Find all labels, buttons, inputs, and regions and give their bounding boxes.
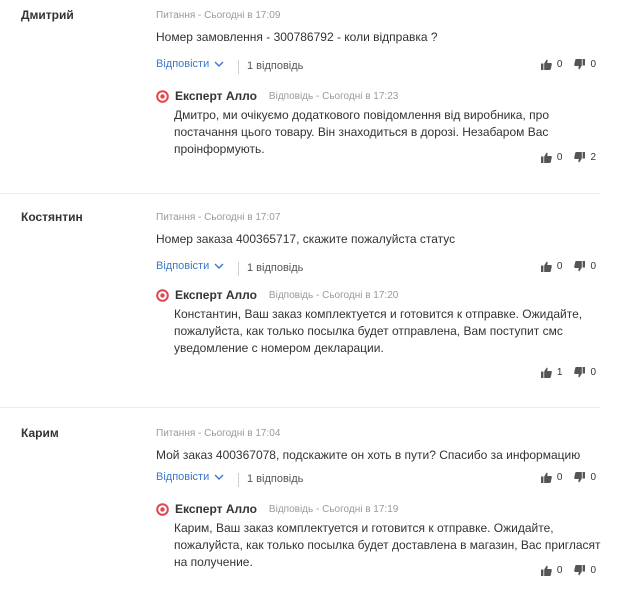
answer-text: Дмитро, ми очікуємо додаткового повідомл…	[174, 108, 549, 156]
divider	[0, 193, 600, 194]
answer-header: Експерт Алло Відповідь - Сьогодні в 17:2…	[156, 88, 398, 104]
separator	[238, 60, 239, 74]
dislike-count: 0	[590, 472, 596, 483]
answer-meta: Відповідь - Сьогодні в 17:23	[268, 90, 399, 102]
answer-text: Константин, Ваш заказ комплектуется и го…	[174, 307, 583, 355]
question-actions: Відповісти 1 відповідь 0 0	[156, 58, 596, 78]
dislike-button[interactable]: 2	[574, 152, 596, 163]
thumbs-up-icon	[540, 152, 552, 163]
like-count: 1	[556, 367, 563, 378]
replies-count: 1 відповідь	[247, 473, 304, 485]
expert-badge-icon	[156, 288, 169, 302]
like-button[interactable]: 0	[540, 261, 563, 272]
question-actions: Відповісти 1 відповідь 0 0	[156, 260, 596, 280]
thumbs-up-icon	[540, 261, 552, 272]
expert-name: Експерт Алло	[175, 89, 257, 103]
answer-meta: Відповідь - Сьогодні в 17:19	[268, 503, 399, 515]
dislike-count: 2	[590, 152, 596, 163]
answer-header: Експерт Алло Відповідь - Сьогодні в 17:2…	[156, 287, 398, 303]
dislike-button[interactable]: 0	[574, 472, 596, 483]
dislike-count: 0	[590, 565, 596, 576]
thumbs-up-icon	[540, 472, 552, 483]
thumbs-down-icon	[574, 59, 586, 70]
dislike-count: 0	[590, 261, 596, 272]
answer-item: Експерт Алло Відповідь - Сьогодні в 17:1…	[156, 501, 601, 581]
answer-text: Карим, Ваш заказ комплектуется и готовит…	[174, 521, 601, 569]
replies-count: 1 відповідь	[247, 60, 304, 72]
thumbs-down-icon	[574, 472, 586, 483]
author-name: Карим	[21, 426, 59, 440]
like-count: 0	[556, 59, 563, 70]
expert-badge-icon	[156, 502, 169, 516]
chevron-down-icon	[214, 61, 224, 67]
like-button[interactable]: 1	[540, 367, 563, 378]
reply-label: Відповісти	[156, 260, 210, 272]
dislike-button[interactable]: 0	[574, 367, 596, 378]
question-votes: 0 0	[540, 261, 596, 272]
separator	[238, 473, 239, 487]
author-name: Дмитрий	[21, 8, 74, 22]
answer-votes: 0 0	[540, 565, 596, 576]
reply-button[interactable]: Відповісти	[156, 260, 224, 272]
question-meta: Питання - Сьогодні в 17:04	[156, 428, 281, 439]
answer-header: Експерт Алло Відповідь - Сьогодні в 17:1…	[156, 501, 398, 517]
thumbs-up-icon	[540, 59, 552, 70]
thumbs-up-icon	[540, 367, 552, 378]
question-meta: Питання - Сьогодні в 17:09	[156, 10, 281, 21]
like-count: 0	[556, 472, 563, 483]
like-count: 0	[556, 261, 563, 272]
question-meta: Питання - Сьогодні в 17:07	[156, 212, 281, 223]
reply-label: Відповісти	[156, 471, 210, 483]
question-text: Номер замовлення - 300786792 - коли відп…	[156, 30, 438, 44]
dislike-count: 0	[590, 367, 596, 378]
dislike-button[interactable]: 0	[574, 565, 596, 576]
question-votes: 0 0	[540, 59, 596, 70]
dislike-button[interactable]: 0	[574, 261, 596, 272]
question-votes: 0 0	[540, 472, 596, 483]
thumbs-down-icon	[574, 261, 586, 272]
reply-button[interactable]: Відповісти	[156, 58, 224, 70]
question-text: Номер заказа 400365717, скажите пожалуйс…	[156, 232, 456, 246]
like-button[interactable]: 0	[540, 472, 563, 483]
answer-item: Експерт Алло Відповідь - Сьогодні в 17:2…	[156, 287, 596, 382]
reply-label: Відповісти	[156, 58, 210, 70]
thumbs-down-icon	[574, 367, 586, 378]
thumbs-down-icon	[574, 565, 586, 576]
answer-item: Експерт Алло Відповідь - Сьогодні в 17:2…	[156, 88, 596, 168]
like-button[interactable]: 0	[540, 565, 563, 576]
chevron-down-icon	[214, 474, 224, 480]
dislike-count: 0	[590, 59, 596, 70]
expert-name: Експерт Алло	[175, 288, 257, 302]
dislike-button[interactable]: 0	[574, 59, 596, 70]
chevron-down-icon	[214, 263, 224, 269]
question-actions: Відповісти 1 відповідь 0 0	[156, 471, 596, 491]
question-item: Костянтин Питання - Сьогодні в 17:07 Ном…	[0, 202, 600, 402]
like-count: 0	[556, 152, 563, 163]
author-name: Костянтин	[21, 210, 83, 224]
expert-name: Експерт Алло	[175, 502, 257, 516]
reply-button[interactable]: Відповісти	[156, 471, 224, 483]
expert-badge-icon	[156, 89, 169, 103]
answer-votes: 0 2	[540, 152, 596, 163]
question-item: Дмитрий Питання - Сьогодні в 17:09 Номер…	[0, 0, 600, 190]
like-count: 0	[556, 565, 563, 576]
divider	[0, 407, 600, 408]
answer-meta: Відповідь - Сьогодні в 17:20	[268, 289, 399, 301]
thumbs-down-icon	[574, 152, 586, 163]
question-item: Карим Питання - Сьогодні в 17:04 Мой зак…	[0, 418, 601, 600]
replies-count: 1 відповідь	[247, 262, 304, 274]
question-text: Мой заказ 400367078, подскажите он хоть …	[156, 448, 581, 462]
answer-votes: 1 0	[540, 367, 596, 378]
like-button[interactable]: 0	[540, 152, 563, 163]
separator	[238, 262, 239, 276]
like-button[interactable]: 0	[540, 59, 563, 70]
thumbs-up-icon	[540, 565, 552, 576]
